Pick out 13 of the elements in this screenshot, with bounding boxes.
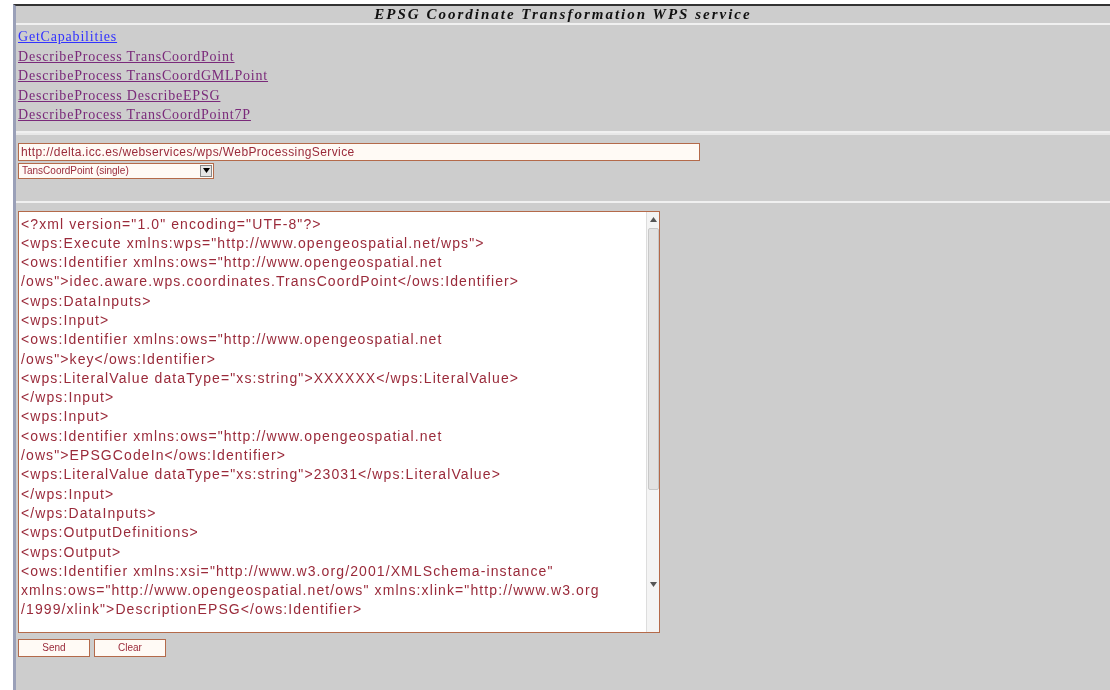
url-input-field[interactable]: http://delta.icc.es/webservices/wps/WebProcessingService	[18, 142, 700, 161]
vertical-scrollbar[interactable]	[646, 211, 659, 632]
scroll-down-arrow-icon[interactable]	[649, 581, 657, 587]
process-link[interactable]: DescribeProcess TransCoordPoint7P	[18, 105, 251, 125]
process-link[interactable]: DescribeProcess TransCoordGMLPoint	[18, 66, 269, 86]
send-button[interactable]: Send	[18, 638, 90, 657]
process-link[interactable]: DescribeProcess DescribeEPSG	[18, 85, 221, 105]
process-dropdown[interactable]: TansCoordPoint (single)	[18, 162, 214, 179]
process-link[interactable]: GetCapabilities	[18, 27, 118, 47]
clear-button[interactable]: Clear	[94, 638, 166, 657]
scroll-up-arrow-icon[interactable]	[649, 216, 657, 222]
process-link[interactable]: DescribeProcess TransCoordPoint	[18, 46, 235, 66]
page-title: EPSG Coordinate Transformation WPS service	[374, 6, 752, 23]
